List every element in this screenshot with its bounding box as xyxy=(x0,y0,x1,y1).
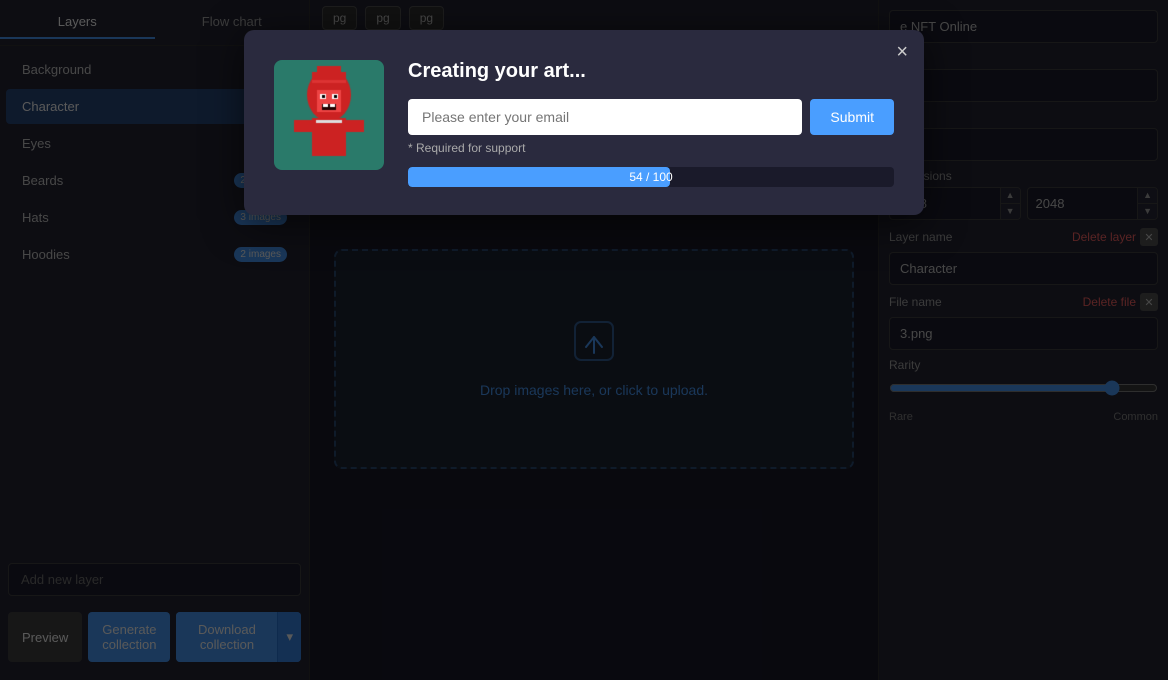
modal: × Creating your art... Submit * Required… xyxy=(244,30,924,215)
modal-progress-bar-wrap: 54 / 100 xyxy=(408,167,894,187)
modal-overlay: × Creating your art... Submit * Required… xyxy=(0,0,1168,680)
modal-required-text: * Required for support xyxy=(408,141,894,155)
modal-progress-label: 54 / 100 xyxy=(408,167,894,187)
modal-body: Creating your art... Submit * Required f… xyxy=(408,60,894,187)
modal-preview-image xyxy=(274,60,384,170)
modal-submit-button[interactable]: Submit xyxy=(810,99,894,135)
modal-email-input[interactable] xyxy=(408,99,802,135)
modal-email-row: Submit xyxy=(408,99,894,135)
modal-title: Creating your art... xyxy=(408,60,894,83)
modal-close-button[interactable]: × xyxy=(896,42,908,62)
